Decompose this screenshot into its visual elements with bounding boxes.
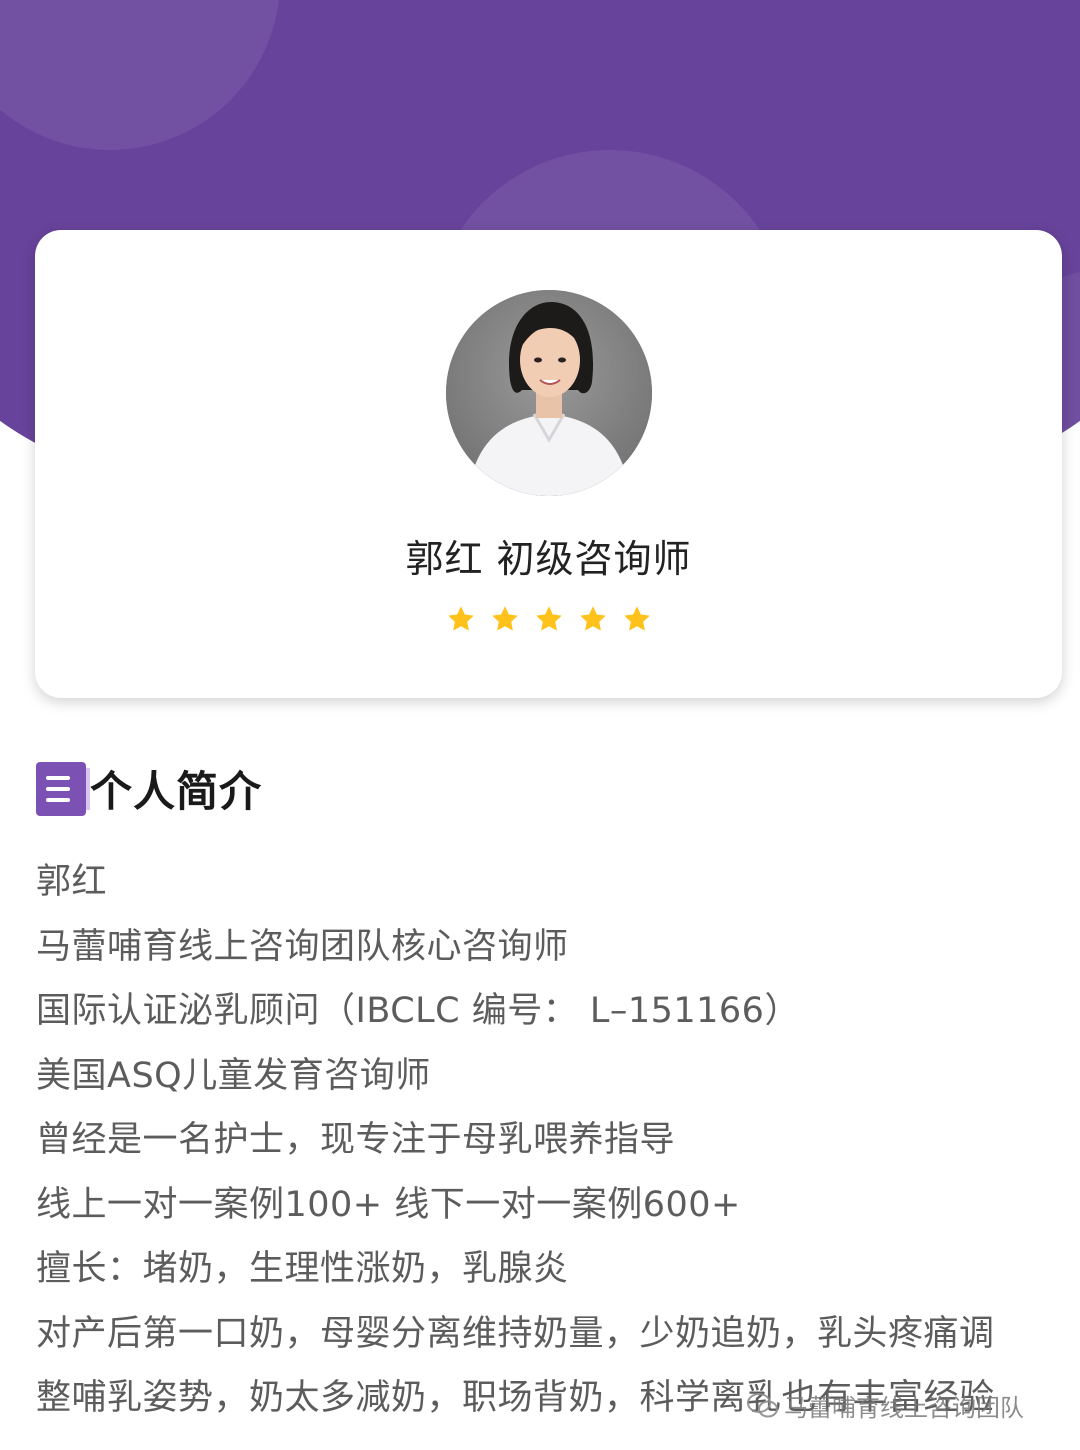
bio-line: 郭红 [36, 862, 108, 902]
bio-line: 国际认证泌乳顾问（IBCLC 编号： L–151166） [36, 991, 800, 1031]
bio-line: 马蕾哺育线上咨询团队核心咨询师 [36, 926, 569, 967]
page: 郭红 初级咨询师 个人简介 郭红 马蕾哺育线上咨询团队核心咨询师 国际认证泌乳顾… [0, 0, 1080, 1450]
bio-line: 曾经是一名护士，现专注于母乳喂养指导 [36, 1120, 676, 1160]
star-icon [491, 606, 518, 631]
section-title: 个人简介 [90, 767, 263, 816]
bio-line: 美国ASQ儿童发育咨询师 [36, 1055, 431, 1096]
watermark: 马蕾哺育线上咨询团队 [746, 1388, 1024, 1423]
star-icon [579, 606, 606, 631]
profile-card: 郭红 初级咨询师 [35, 230, 1062, 698]
watermark-text: 马蕾哺育线上咨询团队 [784, 1394, 1024, 1422]
avatar[interactable] [446, 290, 652, 496]
document-icon [36, 761, 90, 816]
profile-name-title: 郭红 初级咨询师 [405, 537, 692, 581]
bio-line: 擅长：堵奶，生理性涨奶，乳腺炎 [36, 1249, 569, 1289]
star-rating [35, 604, 1062, 634]
bio-line: 对产后第一口奶，母婴分离维持奶量，少奶追奶，乳头疼痛调 [36, 1313, 995, 1354]
avatar-photo [446, 290, 652, 496]
bio-line: 线上一对一案例100+ 线下一对一案例600+ [36, 1184, 741, 1225]
section-header: 个人简介 [36, 758, 262, 819]
star-icon [623, 606, 650, 631]
star-icon [447, 606, 474, 631]
wechat-icon [747, 1392, 778, 1417]
bio-list: 郭红 马蕾哺育线上咨询团队核心咨询师 国际认证泌乳顾问（IBCLC 编号： L–… [36, 850, 1076, 1431]
star-icon [535, 606, 562, 631]
